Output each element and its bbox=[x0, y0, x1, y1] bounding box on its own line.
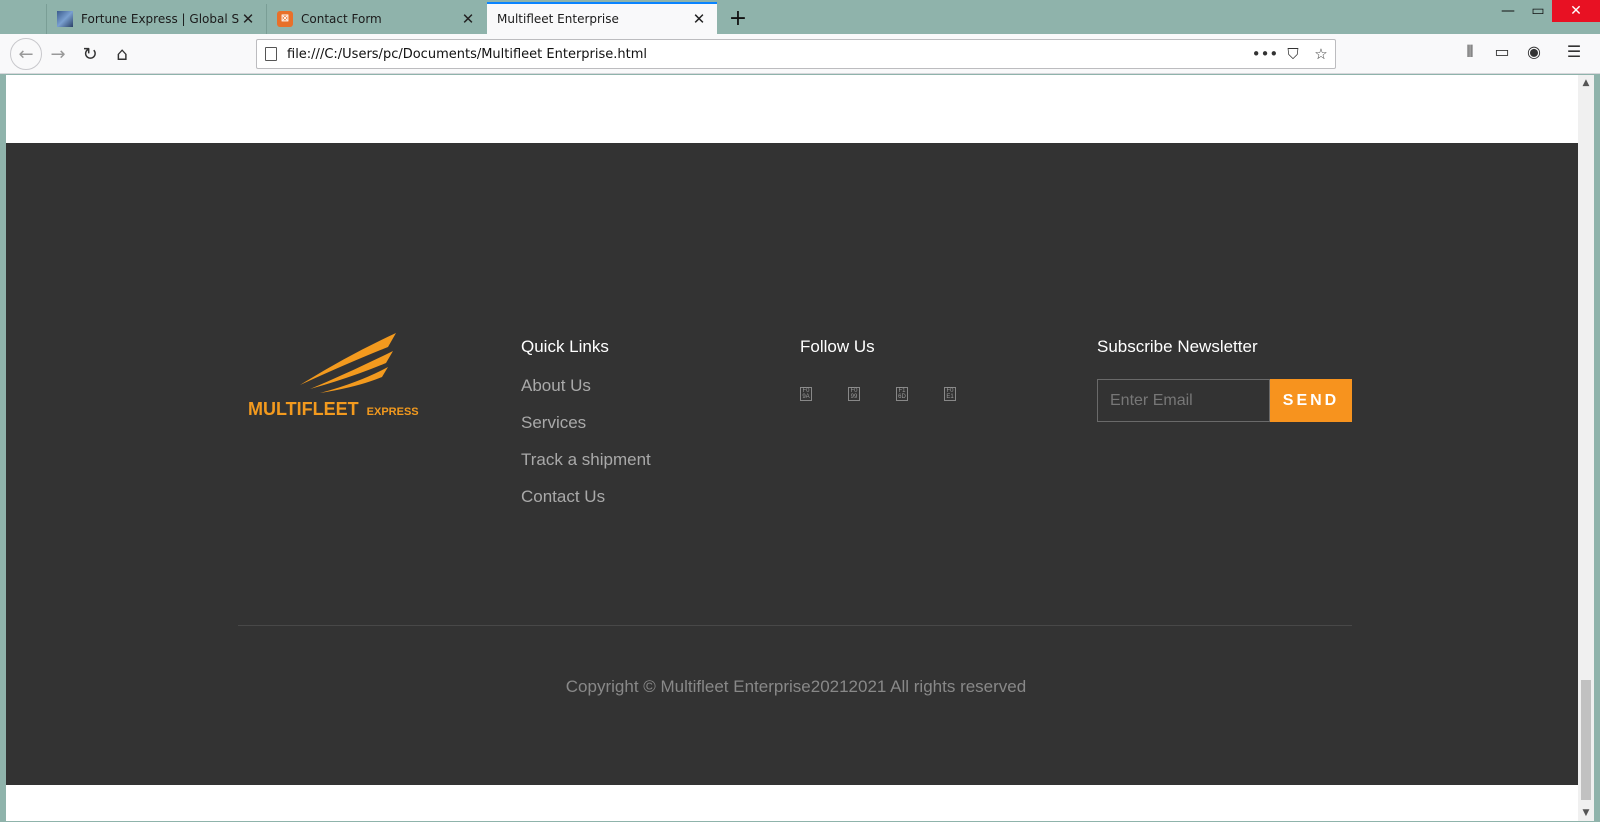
newsletter-send-button[interactable]: SEND bbox=[1270, 379, 1352, 422]
follow-us-heading: Follow Us bbox=[800, 337, 875, 356]
tab-contact-form[interactable]: ⊠ Contact Form ✕ bbox=[266, 4, 486, 34]
close-window-button[interactable]: ✕ bbox=[1552, 0, 1600, 22]
twitter-icon[interactable]: F0 99 bbox=[848, 387, 860, 401]
back-button[interactable]: ← bbox=[10, 38, 42, 70]
address-bar[interactable]: file:///C:/Users/pc/Documents/Multifleet… bbox=[256, 39, 1336, 69]
link-about-us[interactable]: About Us bbox=[521, 376, 651, 413]
tab-strip: Fortune Express | Global Shippi ✕ ⊠ Cont… bbox=[0, 0, 1600, 34]
page-viewport: MULTIFLEET EXPRESS Quick Links About Us S… bbox=[6, 75, 1578, 821]
tab-title: Fortune Express | Global Shippi bbox=[81, 12, 240, 26]
account-icon[interactable]: ◉ bbox=[1522, 42, 1546, 61]
copyright-text: Copyright © Multifleet Enterprise2021202… bbox=[565, 677, 1027, 696]
bookmark-star-icon[interactable]: ☆ bbox=[1307, 45, 1335, 63]
forward-button[interactable]: → bbox=[42, 38, 74, 70]
tab-title: Contact Form bbox=[301, 12, 382, 26]
library-icon[interactable]: ⫴ bbox=[1458, 42, 1482, 62]
fortune-favicon-icon bbox=[57, 11, 73, 27]
instagram-icon[interactable]: F1 6D bbox=[896, 387, 908, 401]
social-links: F0 9A F0 99 F1 6D F0 E1 bbox=[800, 387, 992, 401]
page-actions-icon[interactable]: ••• bbox=[1251, 45, 1279, 63]
quick-links-list: About Us Services Track a shipment Conta… bbox=[521, 376, 651, 524]
url-text[interactable]: file:///C:/Users/pc/Documents/Multifleet… bbox=[287, 47, 1251, 62]
multifleet-logo[interactable]: MULTIFLEET EXPRESS bbox=[248, 333, 428, 428]
quick-links-heading: Quick Links bbox=[521, 337, 609, 356]
logo-sub: EXPRESS bbox=[366, 406, 419, 418]
linkedin-icon[interactable]: F0 E1 bbox=[944, 387, 956, 401]
site-footer: MULTIFLEET EXPRESS Quick Links About Us S… bbox=[6, 143, 1578, 785]
page-info-icon[interactable] bbox=[265, 47, 277, 61]
new-tab-button[interactable]: + bbox=[726, 6, 750, 31]
newsletter-heading: Subscribe Newsletter bbox=[1097, 337, 1258, 356]
tab-title: Multifleet Enterprise bbox=[497, 12, 619, 26]
tab-multifleet-enterprise[interactable]: Multifleet Enterprise ✕ bbox=[487, 2, 717, 34]
sidebar-icon[interactable]: ▭ bbox=[1490, 42, 1514, 61]
navigation-toolbar: ← → ↻ ⌂ file:///C:/Users/pc/Documents/Mu… bbox=[0, 34, 1600, 74]
link-services[interactable]: Services bbox=[521, 413, 651, 450]
home-button[interactable]: ⌂ bbox=[106, 38, 138, 70]
newsletter-email-input[interactable] bbox=[1097, 379, 1270, 422]
scroll-up-arrow-icon[interactable]: ▲ bbox=[1578, 75, 1594, 91]
pocket-icon[interactable]: ⛉ bbox=[1279, 45, 1307, 63]
footer-divider bbox=[238, 625, 1352, 626]
logo-name: MULTIFLEET bbox=[248, 399, 359, 419]
close-tab-icon[interactable]: ✕ bbox=[240, 10, 256, 28]
vertical-scrollbar[interactable]: ▲ ▼ bbox=[1578, 75, 1594, 821]
link-track-shipment[interactable]: Track a shipment bbox=[521, 450, 651, 487]
tab-fortune-express[interactable]: Fortune Express | Global Shippi ✕ bbox=[46, 4, 266, 34]
link-contact-us[interactable]: Contact Us bbox=[521, 487, 651, 524]
logo-wings-icon bbox=[300, 333, 396, 393]
menu-icon[interactable]: ☰ bbox=[1562, 42, 1586, 61]
logo-text: MULTIFLEET EXPRESS bbox=[248, 399, 419, 420]
close-tab-icon[interactable]: ✕ bbox=[460, 10, 476, 28]
scrollbar-thumb[interactable] bbox=[1581, 680, 1591, 800]
scroll-down-arrow-icon[interactable]: ▼ bbox=[1578, 805, 1594, 821]
facebook-icon[interactable]: F0 9A bbox=[800, 387, 812, 401]
close-tab-icon[interactable]: ✕ bbox=[691, 10, 707, 28]
reload-button[interactable]: ↻ bbox=[74, 38, 106, 70]
xampp-favicon-icon: ⊠ bbox=[277, 11, 293, 27]
